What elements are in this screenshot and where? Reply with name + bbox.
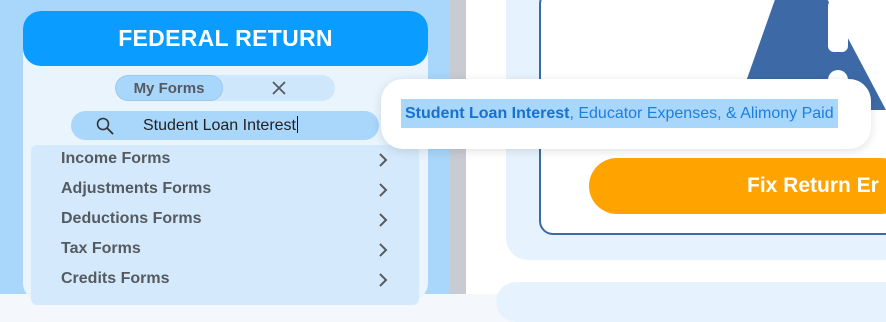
list-item-label: Income Forms	[61, 150, 171, 167]
list-item-label: Adjustments Forms	[61, 180, 212, 197]
text-caret	[297, 116, 298, 133]
list-item-credits-forms[interactable]: Credits Forms	[31, 265, 419, 295]
list-item-adjustments-forms[interactable]: Adjustments Forms	[31, 175, 419, 205]
chevron-right-icon	[379, 183, 388, 197]
secondary-card	[496, 282, 886, 322]
list-item-tax-forms[interactable]: Tax Forms	[31, 235, 419, 265]
chevron-right-icon	[379, 273, 388, 287]
fix-return-errors-label: Fix Return Er	[747, 174, 879, 197]
search-input[interactable]: Student Loan Interest	[143, 116, 298, 135]
tab-my-forms[interactable]: My Forms	[115, 75, 223, 101]
chevron-right-icon	[379, 213, 388, 227]
list-item-label: Credits Forms	[61, 270, 170, 287]
close-icon	[272, 81, 286, 95]
forms-search[interactable]: Student Loan Interest	[71, 111, 379, 140]
fix-return-errors-button[interactable]: Fix Return Er	[589, 158, 886, 214]
list-item-income-forms[interactable]: Income Forms	[31, 145, 419, 175]
list-item-label: Deductions Forms	[61, 210, 202, 227]
chevron-right-icon	[379, 243, 388, 257]
suggestion-rest: , Educator Expenses, & Alimony Paid	[569, 104, 834, 122]
list-item-label: Tax Forms	[61, 240, 141, 257]
panel-title: FEDERAL RETURN	[23, 11, 428, 66]
list-item-deductions-forms[interactable]: Deductions Forms	[31, 205, 419, 235]
suggestion-match: Student Loan Interest	[405, 104, 570, 122]
forms-tabs: My Forms	[115, 75, 335, 101]
search-suggestions-popup: Student Loan Interest, Educator Expenses…	[381, 79, 871, 149]
chevron-right-icon	[379, 153, 388, 167]
forms-list: Income Forms Adjustments Forms Deduction…	[31, 145, 419, 305]
search-icon	[96, 117, 114, 135]
close-tab-button[interactable]	[223, 75, 335, 101]
suggestion-item[interactable]: Student Loan Interest, Educator Expenses…	[401, 99, 838, 128]
